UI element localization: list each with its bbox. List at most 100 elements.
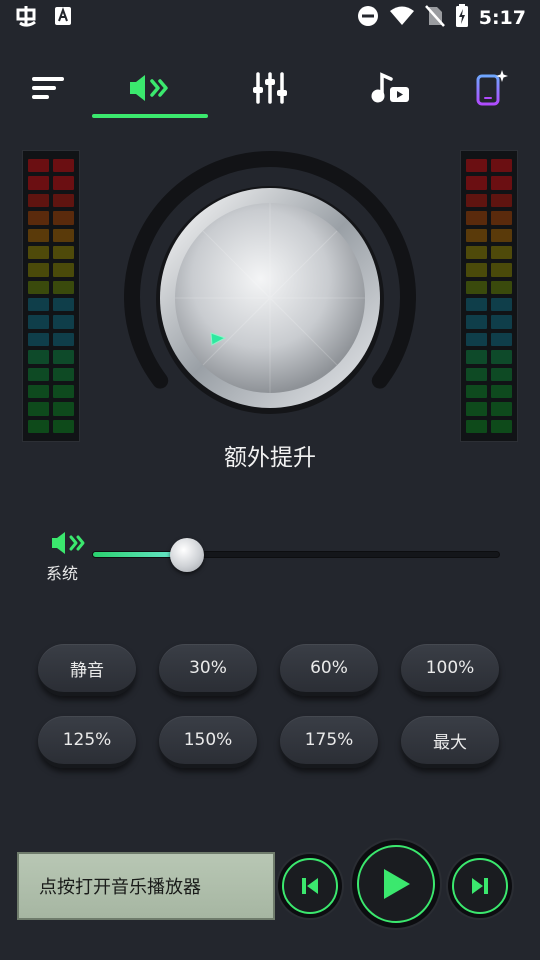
next-icon	[472, 878, 488, 894]
vu-segment	[28, 402, 49, 416]
vu-meter-left	[22, 150, 80, 442]
vu-segment	[466, 228, 487, 242]
vu-segment	[466, 315, 487, 329]
vu-segment	[466, 211, 487, 225]
tab-volume-boost[interactable]	[120, 58, 180, 118]
player-label-text: 点按打开音乐播放器	[39, 877, 201, 898]
vu-segment	[491, 332, 512, 347]
speaker-icon	[50, 530, 88, 560]
previous-icon	[302, 878, 318, 894]
vu-segment	[466, 298, 487, 312]
vu-segment	[491, 350, 512, 364]
dnd-icon	[357, 5, 379, 31]
vu-segment	[28, 211, 49, 225]
vu-segment	[466, 263, 487, 277]
vu-segment	[466, 193, 487, 208]
wifi-icon	[389, 6, 415, 30]
vu-segment	[28, 332, 49, 347]
preset-button[interactable]: 175%	[280, 716, 378, 768]
vu-segment	[53, 315, 74, 329]
preset-button[interactable]: 最大	[401, 716, 499, 768]
vu-segment	[53, 228, 74, 242]
preset-button[interactable]: 30%	[159, 644, 257, 696]
font-icon	[54, 6, 72, 30]
active-tab-indicator	[92, 114, 208, 118]
battery-charging-icon	[455, 4, 469, 32]
vu-segment	[28, 280, 49, 294]
vu-segment	[466, 367, 487, 381]
vu-segment	[53, 280, 74, 294]
vu-segment	[28, 228, 49, 242]
menu-button[interactable]	[18, 58, 78, 118]
vu-segment	[466, 332, 487, 347]
vu-segment	[53, 298, 74, 312]
app-logo-icon	[14, 4, 40, 32]
vu-segment	[53, 402, 74, 416]
preset-button[interactable]: 100%	[401, 644, 499, 696]
vu-meter-right-channel	[491, 159, 512, 433]
play-button[interactable]	[352, 840, 440, 928]
vu-segment	[28, 159, 49, 173]
tab-equalizer[interactable]	[240, 58, 300, 118]
clock: 5:17	[478, 7, 526, 29]
tab-device[interactable]	[460, 58, 520, 118]
vu-segment	[491, 176, 512, 190]
vu-segment	[491, 159, 512, 173]
vu-segment	[466, 384, 487, 399]
vu-segment	[53, 211, 74, 225]
volume-slider-thumb[interactable]	[169, 538, 204, 572]
vu-segment	[466, 280, 487, 294]
vu-segment	[491, 402, 512, 416]
next-button[interactable]	[448, 854, 512, 918]
vu-segment	[53, 367, 74, 381]
vu-segment	[466, 176, 487, 190]
top-nav	[0, 58, 540, 122]
open-music-player-button[interactable]: 点按打开音乐播放器	[17, 852, 275, 920]
phone-sparkle-icon	[476, 70, 508, 106]
vu-segment	[466, 159, 487, 173]
vu-segment	[466, 402, 487, 416]
vu-segment	[28, 298, 49, 312]
play-icon	[384, 869, 410, 899]
vu-segment	[28, 176, 49, 190]
preset-button[interactable]: 150%	[159, 716, 257, 768]
vu-segment	[28, 419, 49, 433]
vu-segment	[53, 245, 74, 260]
vu-segment	[53, 176, 74, 190]
vu-meter-right	[460, 150, 518, 442]
speaker-boost-icon	[130, 75, 168, 101]
vu-segment	[28, 350, 49, 364]
tab-music[interactable]	[360, 58, 420, 118]
vu-segment	[53, 193, 74, 208]
vu-segment	[491, 263, 512, 277]
vu-segment	[466, 419, 487, 433]
vu-segment	[53, 263, 74, 277]
vu-segment	[53, 350, 74, 364]
vu-segment	[491, 298, 512, 312]
vu-segment	[466, 350, 487, 364]
no-sim-icon	[424, 5, 445, 31]
vu-segment	[466, 245, 487, 260]
vu-meter-left-channel	[28, 159, 49, 433]
preset-grid: 静音 30% 60% 100% 125% 150% 175% 最大	[38, 644, 502, 768]
preset-button[interactable]: 静音	[38, 644, 136, 696]
vu-segment	[28, 245, 49, 260]
vu-segment	[53, 419, 74, 433]
volume-slider[interactable]	[92, 538, 500, 572]
vu-segment	[491, 367, 512, 381]
vu-segment	[491, 315, 512, 329]
vu-segment	[491, 228, 512, 242]
vu-segment	[491, 419, 512, 433]
boost-knob[interactable]	[124, 150, 416, 442]
preset-button[interactable]: 125%	[38, 716, 136, 768]
vu-segment	[491, 193, 512, 208]
vu-segment	[53, 159, 74, 173]
menu-icon	[32, 77, 64, 99]
preset-button[interactable]: 60%	[280, 644, 378, 696]
knob-title: 额外提升	[224, 445, 316, 471]
vu-meter-left-channel	[53, 159, 74, 433]
previous-button[interactable]	[278, 854, 342, 918]
vu-meter-right-channel	[466, 159, 487, 433]
vu-segment	[491, 384, 512, 399]
vu-segment	[28, 384, 49, 399]
